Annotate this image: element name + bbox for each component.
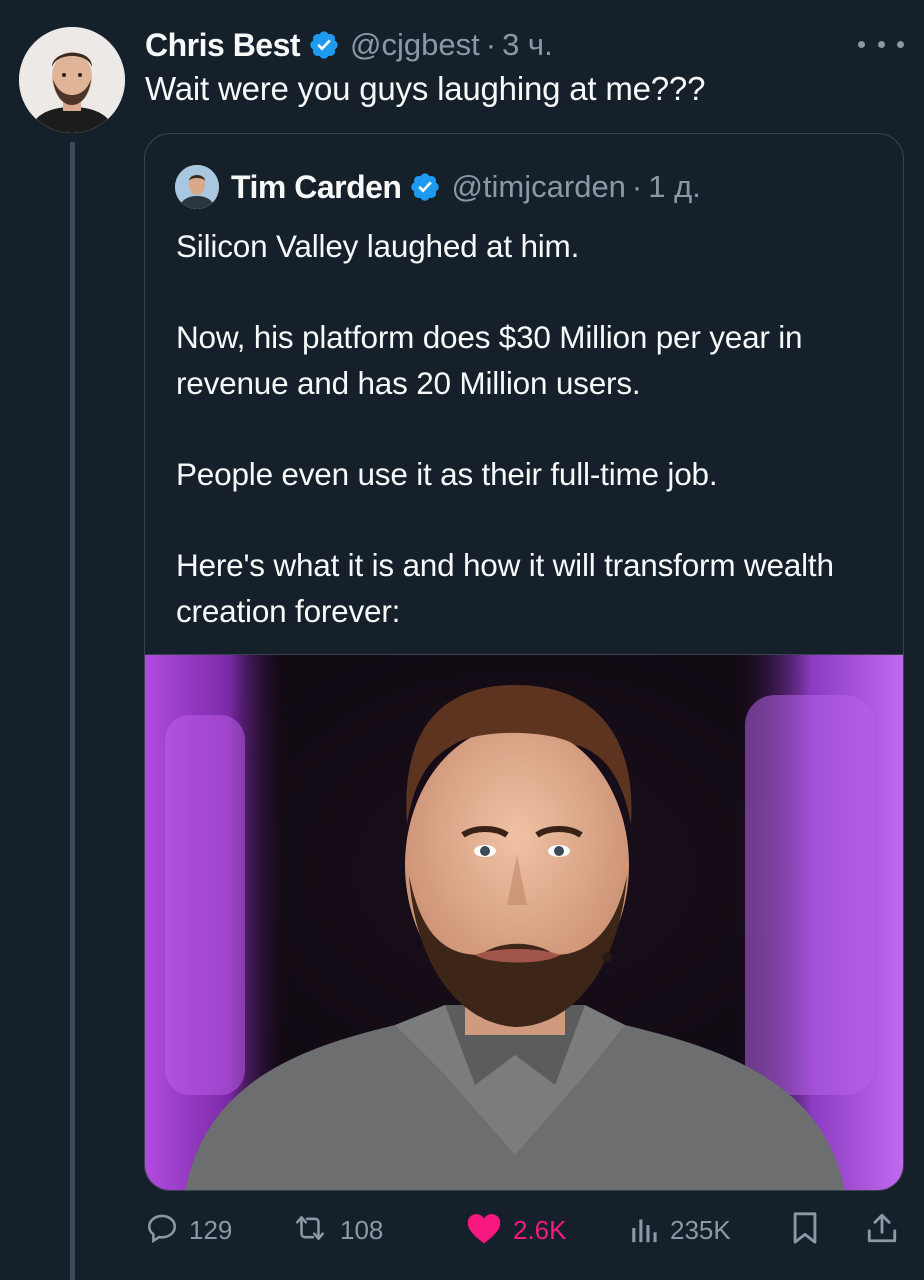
author-name[interactable]: Chris Best (145, 27, 301, 64)
separator-dot: · (485, 27, 497, 62)
repost-button[interactable]: 108 (290, 1203, 383, 1257)
quoted-paragraph: Here's what it is and how it will transf… (176, 547, 834, 629)
quoted-tweet-card[interactable]: Tim Carden @timjcarden · 1 д. Silicon Va… (144, 133, 904, 1191)
repost-icon (290, 1211, 330, 1250)
quoted-paragraph: Now, his platform does $30 Million per y… (176, 319, 803, 401)
author-handle[interactable]: @cjgbest (350, 27, 480, 63)
repost-count: 108 (340, 1214, 384, 1245)
like-count: 2.6K (513, 1214, 567, 1245)
verified-badge-icon (308, 29, 340, 61)
quoted-tweet-text: Silicon Valley laughed at him. Now, his … (176, 223, 891, 634)
reply-button[interactable]: 129 (145, 1203, 232, 1257)
quoted-tweet-timestamp: 1 д. (648, 169, 701, 204)
quoted-tweet-image[interactable] (145, 654, 903, 1190)
quoted-paragraph: Silicon Valley laughed at him. (176, 228, 580, 264)
views-count: 235K (670, 1214, 731, 1245)
bookmark-button[interactable] (790, 1203, 820, 1257)
tweet-actions: 129 108 2.6K 235K (145, 1203, 905, 1257)
quoted-tweet-header: Tim Carden @timjcarden · 1 д. (175, 164, 701, 210)
views-button[interactable]: 235K (630, 1203, 731, 1257)
author-avatar[interactable] (19, 27, 125, 133)
share-button[interactable] (865, 1203, 899, 1257)
tweet-header: Chris Best @cjgbest · 3 ч. (145, 22, 553, 68)
more-icon[interactable] (858, 30, 904, 58)
quoted-paragraph: People even use it as their full-time jo… (176, 456, 718, 492)
tweet-text: Wait were you guys laughing at me??? (145, 70, 706, 107)
reply-count: 129 (189, 1214, 233, 1245)
share-icon (865, 1211, 899, 1250)
like-icon (465, 1211, 503, 1250)
quoted-author-name: Tim Carden (231, 168, 402, 205)
separator-dot: · (631, 169, 643, 204)
thread-line (70, 142, 75, 1280)
tweet-timestamp[interactable]: 3 ч. (502, 27, 553, 63)
verified-badge-icon (409, 171, 441, 203)
like-button[interactable]: 2.6K (465, 1203, 567, 1257)
bookmark-icon (790, 1211, 820, 1250)
views-icon (630, 1211, 660, 1250)
reply-icon (145, 1211, 179, 1250)
quoted-author-handle: @timjcarden (451, 169, 626, 204)
quoted-author-avatar (175, 165, 219, 209)
